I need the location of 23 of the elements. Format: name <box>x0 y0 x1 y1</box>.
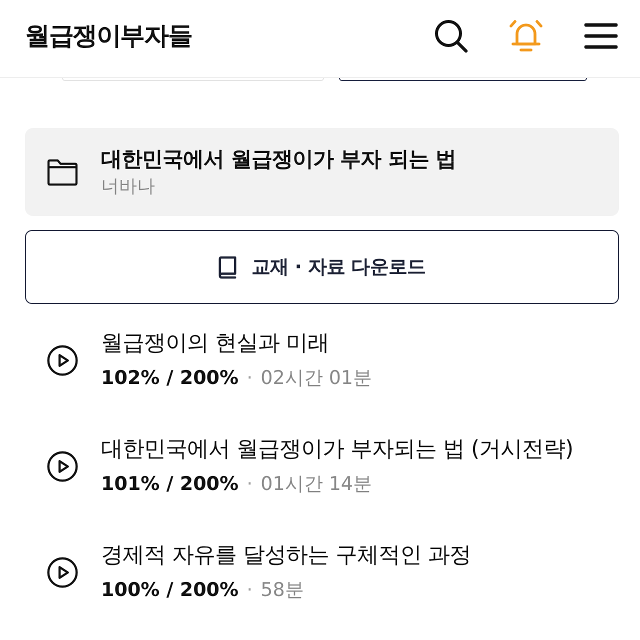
author-name: 너바나 <box>101 175 155 199</box>
play-icon[interactable] <box>47 556 78 588</box>
duration-text: 02시간 01분 <box>260 366 372 391</box>
lesson-title[interactable]: 대한민국에서 월급쟁이가 부자되는 법 (거시전략) <box>101 434 574 466</box>
progress-text: 102% / 200% <box>101 366 239 391</box>
separator-dot: · <box>246 366 253 391</box>
download-button[interactable]: 교재 · 자료 다운로드 <box>25 230 619 304</box>
separator-dot: · <box>246 578 253 603</box>
play-icon[interactable] <box>47 344 78 376</box>
button-edge[interactable] <box>339 78 587 81</box>
separator-dot: · <box>246 472 253 497</box>
progress-text: 100% / 200% <box>101 578 239 603</box>
course-title: 대한민국에서 월급쟁이가 부자 되는 법 <box>101 146 456 173</box>
app-logo[interactable]: 월급쟁이부자들 <box>25 20 192 52</box>
search-icon[interactable] <box>434 18 468 52</box>
book-icon <box>218 256 238 278</box>
folder-icon <box>47 158 78 186</box>
duration-text: 58분 <box>260 578 304 603</box>
lesson-title[interactable]: 경제적 자유를 달성하는 구체적인 과정 <box>101 540 471 572</box>
progress-text: 101% / 200% <box>101 472 239 497</box>
play-icon[interactable] <box>47 450 78 482</box>
duration-text: 01시간 14분 <box>260 472 372 497</box>
lesson-title[interactable]: 월급쟁이의 현실과 미래 <box>101 328 329 360</box>
